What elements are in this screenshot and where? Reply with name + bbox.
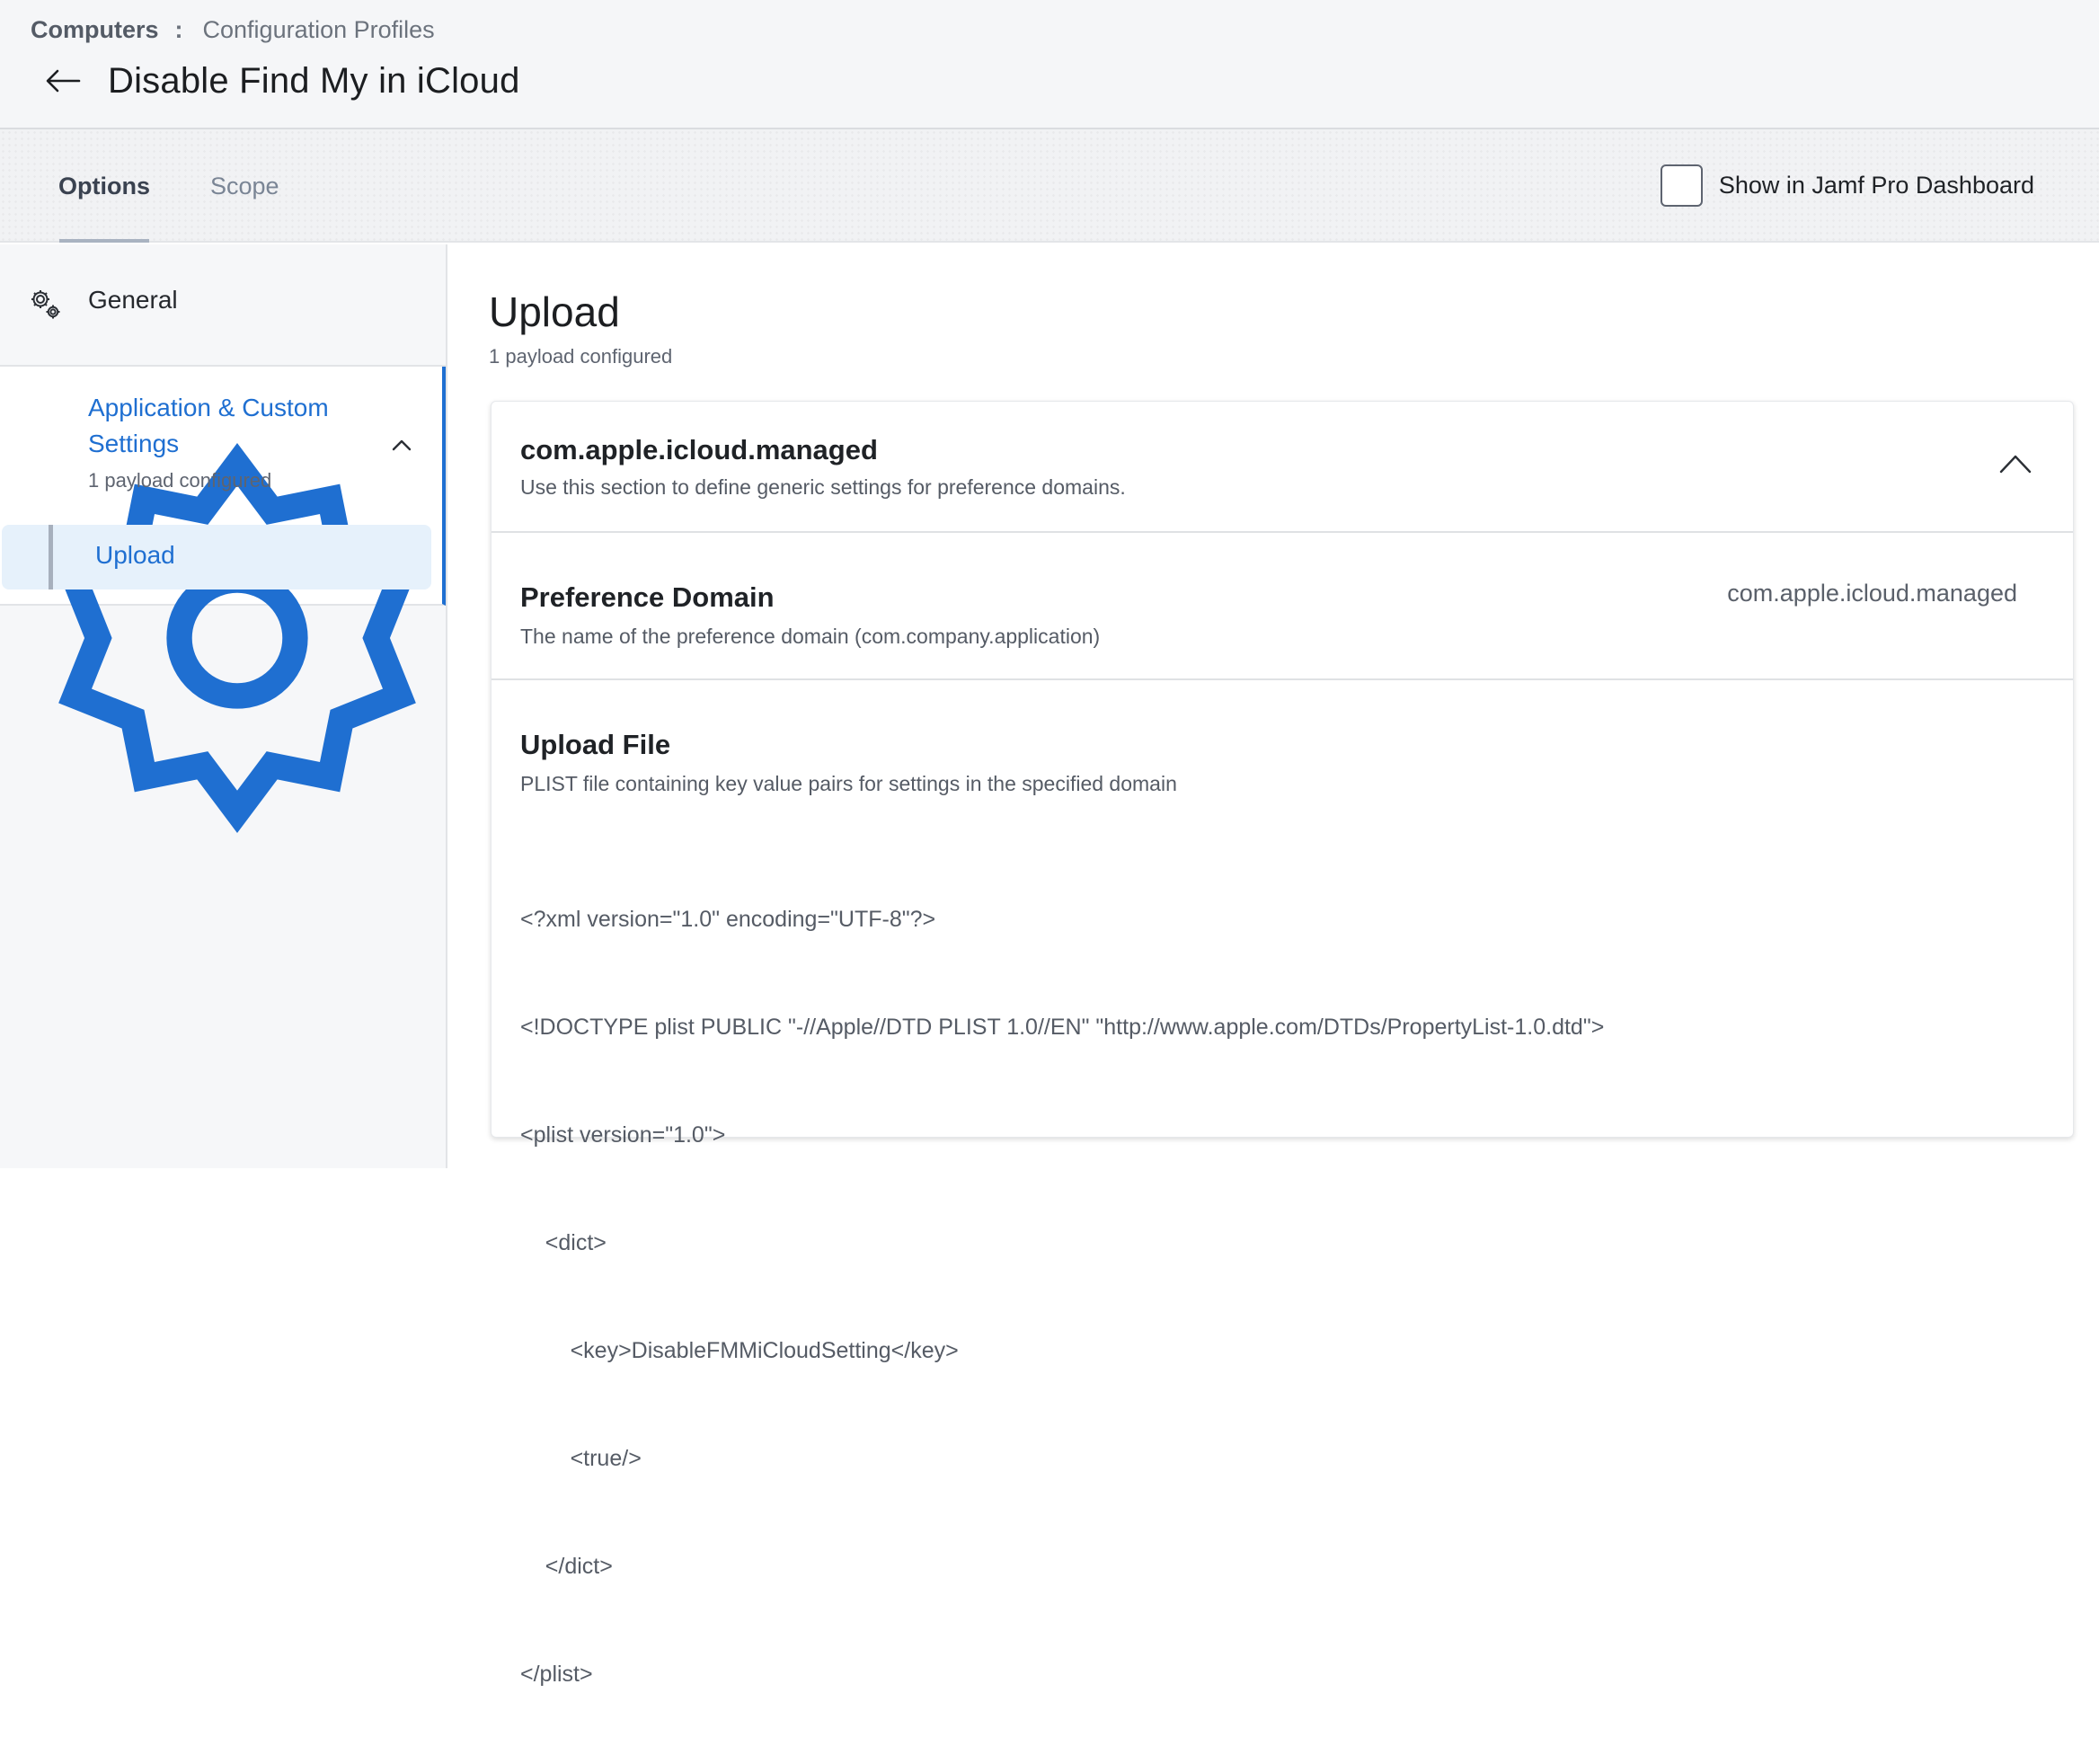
tab-scope[interactable]: Scope <box>210 129 279 243</box>
title-row: Disable Find My in iCloud <box>45 56 520 106</box>
tab-options[interactable]: Options <box>58 129 150 243</box>
upload-file-label: Upload File <box>520 729 671 760</box>
page-title: Disable Find My in iCloud <box>108 60 520 101</box>
gears-icon <box>31 290 60 319</box>
upload-file-row: Upload File PLIST file containing key va… <box>492 682 2073 1687</box>
plist-line: <!DOCTYPE plist PUBLIC "-//Apple//DTD PL… <box>520 1015 1605 1040</box>
plist-line: </dict> <box>520 1554 613 1579</box>
sidebar-item-upload-label: Upload <box>95 541 175 569</box>
breadcrumb-separator: : <box>174 15 183 43</box>
plist-line: <plist version="1.0"> <box>520 1122 726 1148</box>
preference-domain-row: Preference Domain The name of the prefer… <box>492 535 2073 680</box>
sidebar-item-general[interactable]: General <box>0 244 446 367</box>
show-in-dashboard-checkbox[interactable] <box>1660 164 1703 207</box>
breadcrumb: Computers : Configuration Profiles <box>31 14 435 45</box>
section-subtitle: 1 payload configured <box>489 345 673 368</box>
payload-card-header[interactable]: com.apple.icloud.managed Use this sectio… <box>492 402 2073 533</box>
plist-line: </plist> <box>520 1662 593 1687</box>
chevron-up-icon[interactable] <box>392 439 412 451</box>
upload-file-description: PLIST file containing key value pairs fo… <box>520 772 1177 795</box>
section-title: Upload <box>489 288 620 335</box>
selected-indicator <box>49 525 53 589</box>
payload-card: com.apple.icloud.managed Use this sectio… <box>491 401 2074 1687</box>
preference-domain-value[interactable]: com.apple.icloud.managed <box>1727 580 2017 607</box>
payload-name: com.apple.icloud.managed <box>520 434 878 465</box>
collapse-chevron-icon[interactable] <box>1999 454 2032 474</box>
plist-line: <true/> <box>520 1446 642 1471</box>
plist-line: <dict> <box>520 1230 607 1255</box>
main-content: Upload 1 payload configured com.apple.ic… <box>447 244 2099 1687</box>
sidebar-group-subtitle: 1 payload configured <box>88 469 272 492</box>
plist-line: <?xml version="1.0" encoding="UTF-8"?> <box>520 907 936 932</box>
preference-domain-label: Preference Domain <box>520 581 775 613</box>
back-arrow-icon[interactable] <box>45 68 81 93</box>
breadcrumb-computers[interactable]: Computers <box>31 16 159 44</box>
breadcrumb-configuration-profiles[interactable]: Configuration Profiles <box>203 16 435 44</box>
page-header: Computers : Configuration Profiles Disab… <box>0 0 2099 129</box>
show-in-dashboard-toggle[interactable]: Show in Jamf Pro Dashboard <box>1660 163 2034 208</box>
sidebar-item-general-label: General <box>88 286 178 314</box>
payload-description: Use this section to define generic setti… <box>520 475 1126 499</box>
sidebar-group-title[interactable]: Application & Custom Settings <box>88 390 358 462</box>
preference-domain-description: The name of the preference domain (com.c… <box>520 625 1101 648</box>
plist-line: <key>DisableFMMiCloudSetting</key> <box>520 1338 959 1363</box>
tab-bar: Options Scope Show in Jamf Pro Dashboard <box>0 129 2099 243</box>
sidebar-item-upload[interactable]: Upload <box>2 525 431 589</box>
payload-sidebar: General Application & Custom Settings 1 … <box>0 244 447 1168</box>
plist-content: <?xml version="1.0" encoding="UTF-8"?> <… <box>520 829 2030 1764</box>
show-in-dashboard-label: Show in Jamf Pro Dashboard <box>1718 171 2034 199</box>
